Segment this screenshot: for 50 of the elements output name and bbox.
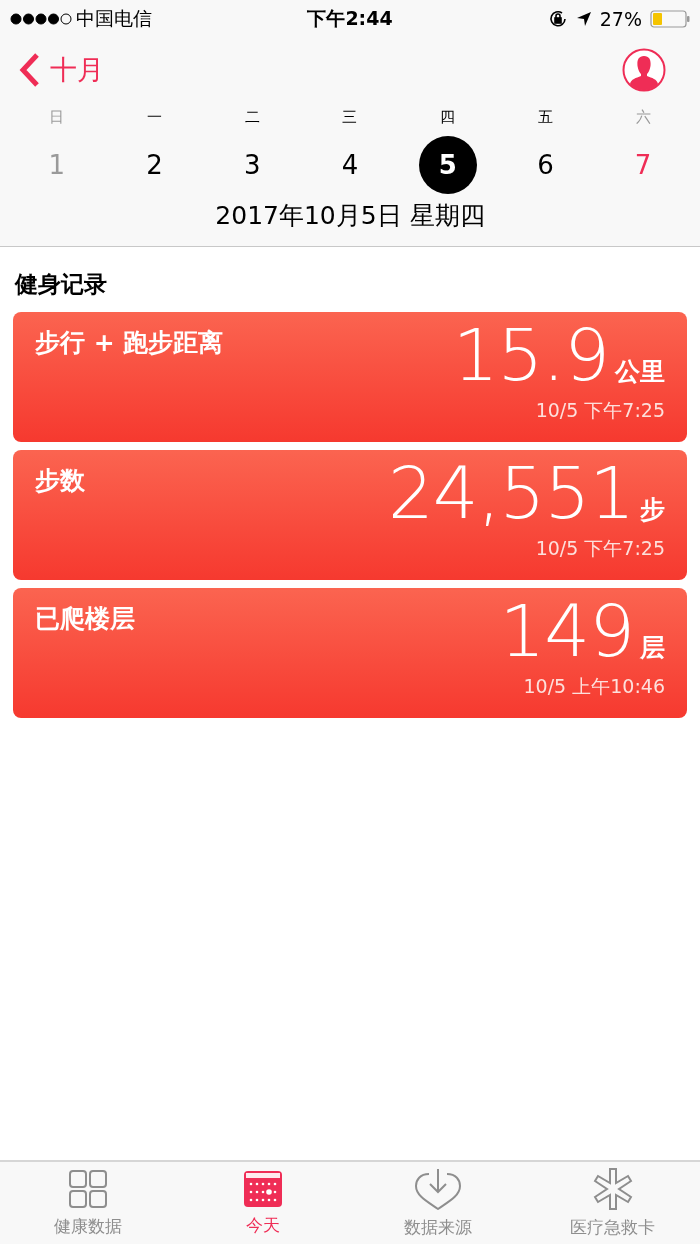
calendar-day[interactable]: 4 [321,136,379,194]
calendar-day[interactable]: 3 [223,136,282,194]
calendar-icon [242,1169,283,1208]
calendar-day[interactable]: 2 [125,136,184,194]
weekday-label: 一 [147,108,163,127]
calendar-day[interactable]: 7 [614,136,673,194]
calendar-day[interactable]: 5 [418,136,477,194]
status-time: 下午2:44 [307,7,393,29]
tab-item[interactable]: 数据来源 [350,1162,525,1244]
metric-time: 10/5 下午7:25 [535,398,665,423]
metric-time: 10/5 上午10:46 [523,674,665,699]
back-button[interactable]: 十月 [18,52,104,88]
back-chevron-icon [18,52,40,88]
metric-card[interactable]: 步行 + 跑步距离 15.9 公里 10/5 下午7:25 [13,312,687,442]
section-title: 健身记录 [13,270,108,299]
calendar-day[interactable]: 6 [516,136,575,194]
calendar-day[interactable]: 1 [27,136,86,194]
battery-icon [650,10,690,28]
rotation-lock-icon [547,9,568,29]
metric-title: 步数 [35,465,85,497]
grid-icon [67,1168,108,1209]
weekday-label: 五 [537,108,553,127]
asterisk-icon [591,1167,634,1210]
tab-item[interactable]: 医疗急救卡 [525,1162,700,1244]
metric-card[interactable]: 已爬楼层 149 层 10/5 上午10:46 [13,588,687,718]
metric-unit: 公里 [615,356,665,388]
metric-unit: 层 [640,632,665,664]
profile-icon[interactable] [622,48,666,92]
tab-item[interactable]: 今天 [175,1162,350,1244]
weekday-label: 二 [244,108,260,127]
weekday-label: 三 [342,108,358,127]
weekday-label: 日 [49,108,65,127]
metric-value: 149 [499,588,634,674]
location-arrow-icon [575,11,592,27]
metric-time: 10/5 下午7:25 [535,536,665,561]
heart-download-icon [413,1167,462,1210]
signal-icon [10,13,72,25]
metric-card[interactable]: 步数 24,551 步 10/5 下午7:25 [13,450,687,580]
date-title: 2017年10月5日 星期四 [214,200,486,232]
weekday-label: 六 [635,108,651,127]
metric-title: 已爬楼层 [35,603,135,635]
weekday-label: 四 [440,108,456,127]
carrier-name: 中国电信 [76,6,152,31]
metric-value: 24,551 [388,450,634,536]
tab-item[interactable]: 健康数据 [0,1162,175,1244]
battery-percent: 27% [599,8,642,30]
back-label[interactable]: 十月 [50,52,104,88]
metric-title: 步行 + 跑步距离 [35,327,224,359]
metric-value: 15.9 [452,312,609,398]
metric-unit: 步 [640,494,665,526]
